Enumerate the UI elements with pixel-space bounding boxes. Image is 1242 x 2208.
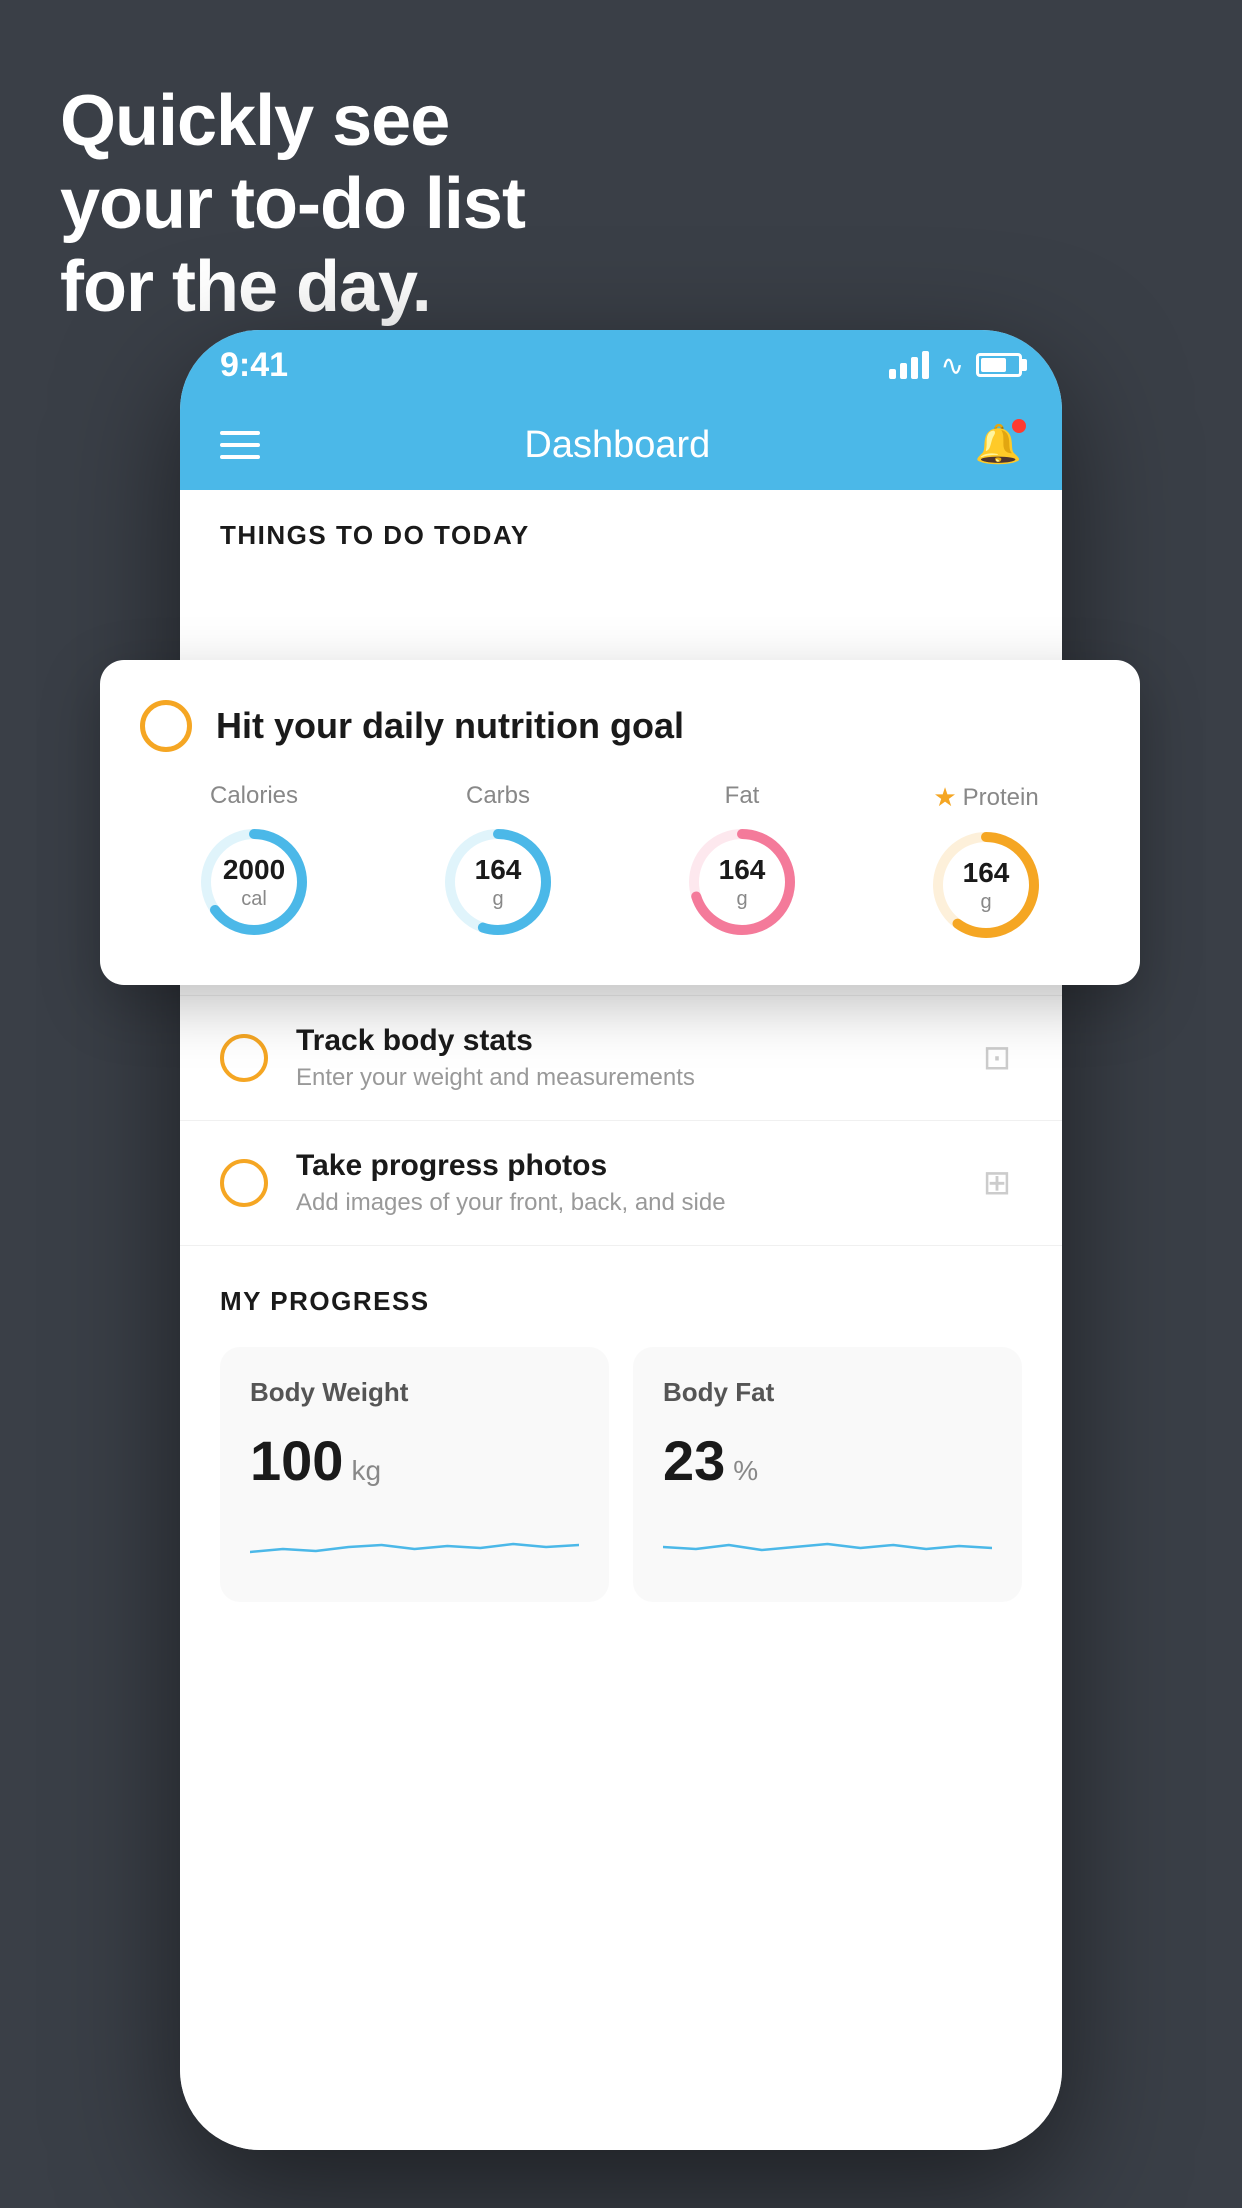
status-time: 9:41 bbox=[220, 346, 288, 385]
todo-subtitle-body-stats: Enter your weight and measurements bbox=[296, 1064, 944, 1092]
body-fat-chart bbox=[663, 1517, 992, 1567]
hero-line2: your to-do list bbox=[60, 163, 525, 246]
nav-title: Dashboard bbox=[524, 424, 710, 467]
carbs-value: 164 bbox=[475, 853, 522, 887]
hamburger-menu[interactable] bbox=[220, 431, 260, 459]
wifi-icon: ∿ bbox=[941, 349, 964, 382]
todo-text-photos: Take progress photos Add images of your … bbox=[296, 1149, 944, 1217]
body-fat-number: 23 bbox=[663, 1428, 725, 1493]
battery-icon bbox=[976, 353, 1022, 377]
todo-circle-photos bbox=[220, 1159, 268, 1207]
status-bar: 9:41 ∿ bbox=[180, 330, 1062, 400]
carbs-unit: g bbox=[475, 887, 522, 911]
progress-cards: Body Weight 100 kg Body Fat 23 % bbox=[220, 1347, 1022, 1602]
protein-donut: 164 g bbox=[926, 825, 1046, 945]
calories-label: Calories bbox=[210, 782, 298, 810]
floating-nutrition-card: Hit your daily nutrition goal Calories 2… bbox=[100, 660, 1140, 985]
protein-unit: g bbox=[963, 890, 1010, 914]
body-fat-title: Body Fat bbox=[663, 1377, 992, 1408]
hero-text: Quickly see your to-do list for the day. bbox=[60, 80, 525, 328]
fat-value: 164 bbox=[719, 853, 766, 887]
signal-icon bbox=[889, 351, 929, 379]
body-fat-unit: % bbox=[733, 1455, 758, 1487]
protein-value: 164 bbox=[963, 856, 1010, 890]
person-icon: ⊞ bbox=[972, 1163, 1022, 1203]
protein-label: Protein bbox=[963, 784, 1039, 812]
nav-bar: Dashboard 🔔 bbox=[180, 400, 1062, 490]
body-weight-value-row: 100 kg bbox=[250, 1428, 579, 1493]
body-weight-unit: kg bbox=[351, 1455, 381, 1487]
todo-circle-body-stats bbox=[220, 1034, 268, 1082]
scale-icon: ⊡ bbox=[972, 1038, 1022, 1078]
nutrition-check-circle[interactable] bbox=[140, 700, 192, 752]
body-weight-number: 100 bbox=[250, 1428, 343, 1493]
progress-section: MY PROGRESS Body Weight 100 kg Body Fat bbox=[180, 1246, 1062, 1642]
todo-title-photos: Take progress photos bbox=[296, 1149, 944, 1183]
bell-icon[interactable]: 🔔 bbox=[975, 423, 1022, 467]
metric-fat: Fat 164 g bbox=[682, 782, 802, 945]
nutrition-card-title: Hit your daily nutrition goal bbox=[216, 705, 684, 747]
calories-unit: cal bbox=[223, 887, 285, 911]
calories-donut: 2000 cal bbox=[194, 822, 314, 942]
metric-calories: Calories 2000 cal bbox=[194, 782, 314, 945]
body-fat-value-row: 23 % bbox=[663, 1428, 992, 1493]
metric-carbs: Carbs 164 g bbox=[438, 782, 558, 945]
things-today-header: THINGS TO DO TODAY bbox=[180, 490, 1062, 571]
body-weight-chart bbox=[250, 1517, 579, 1567]
nutrition-metrics: Calories 2000 cal Carbs bbox=[140, 782, 1100, 945]
body-weight-card[interactable]: Body Weight 100 kg bbox=[220, 1347, 609, 1602]
carbs-donut: 164 g bbox=[438, 822, 558, 942]
status-icons: ∿ bbox=[889, 349, 1022, 382]
body-weight-title: Body Weight bbox=[250, 1377, 579, 1408]
todo-title-body-stats: Track body stats bbox=[296, 1024, 944, 1058]
calories-value: 2000 bbox=[223, 853, 285, 887]
fat-label: Fat bbox=[725, 782, 760, 810]
metric-protein: ★ Protein 164 g bbox=[926, 782, 1046, 945]
hero-line3: for the day. bbox=[60, 246, 525, 329]
protein-label-row: ★ Protein bbox=[933, 782, 1038, 813]
hero-line1: Quickly see bbox=[60, 80, 525, 163]
body-fat-card[interactable]: Body Fat 23 % bbox=[633, 1347, 1022, 1602]
fat-unit: g bbox=[719, 887, 766, 911]
phone-shell: 9:41 ∿ Dashboard 🔔 THINGS TO DO TODAY bbox=[180, 330, 1062, 2150]
fat-donut: 164 g bbox=[682, 822, 802, 942]
progress-header: MY PROGRESS bbox=[220, 1286, 1022, 1317]
todo-subtitle-photos: Add images of your front, back, and side bbox=[296, 1189, 944, 1217]
card-title-row: Hit your daily nutrition goal bbox=[140, 700, 1100, 752]
star-icon: ★ bbox=[933, 782, 956, 813]
carbs-label: Carbs bbox=[466, 782, 530, 810]
todo-item-photos[interactable]: Take progress photos Add images of your … bbox=[180, 1121, 1062, 1246]
todo-item-body-stats[interactable]: Track body stats Enter your weight and m… bbox=[180, 996, 1062, 1121]
notification-dot bbox=[1012, 419, 1026, 433]
todo-text-body-stats: Track body stats Enter your weight and m… bbox=[296, 1024, 944, 1092]
